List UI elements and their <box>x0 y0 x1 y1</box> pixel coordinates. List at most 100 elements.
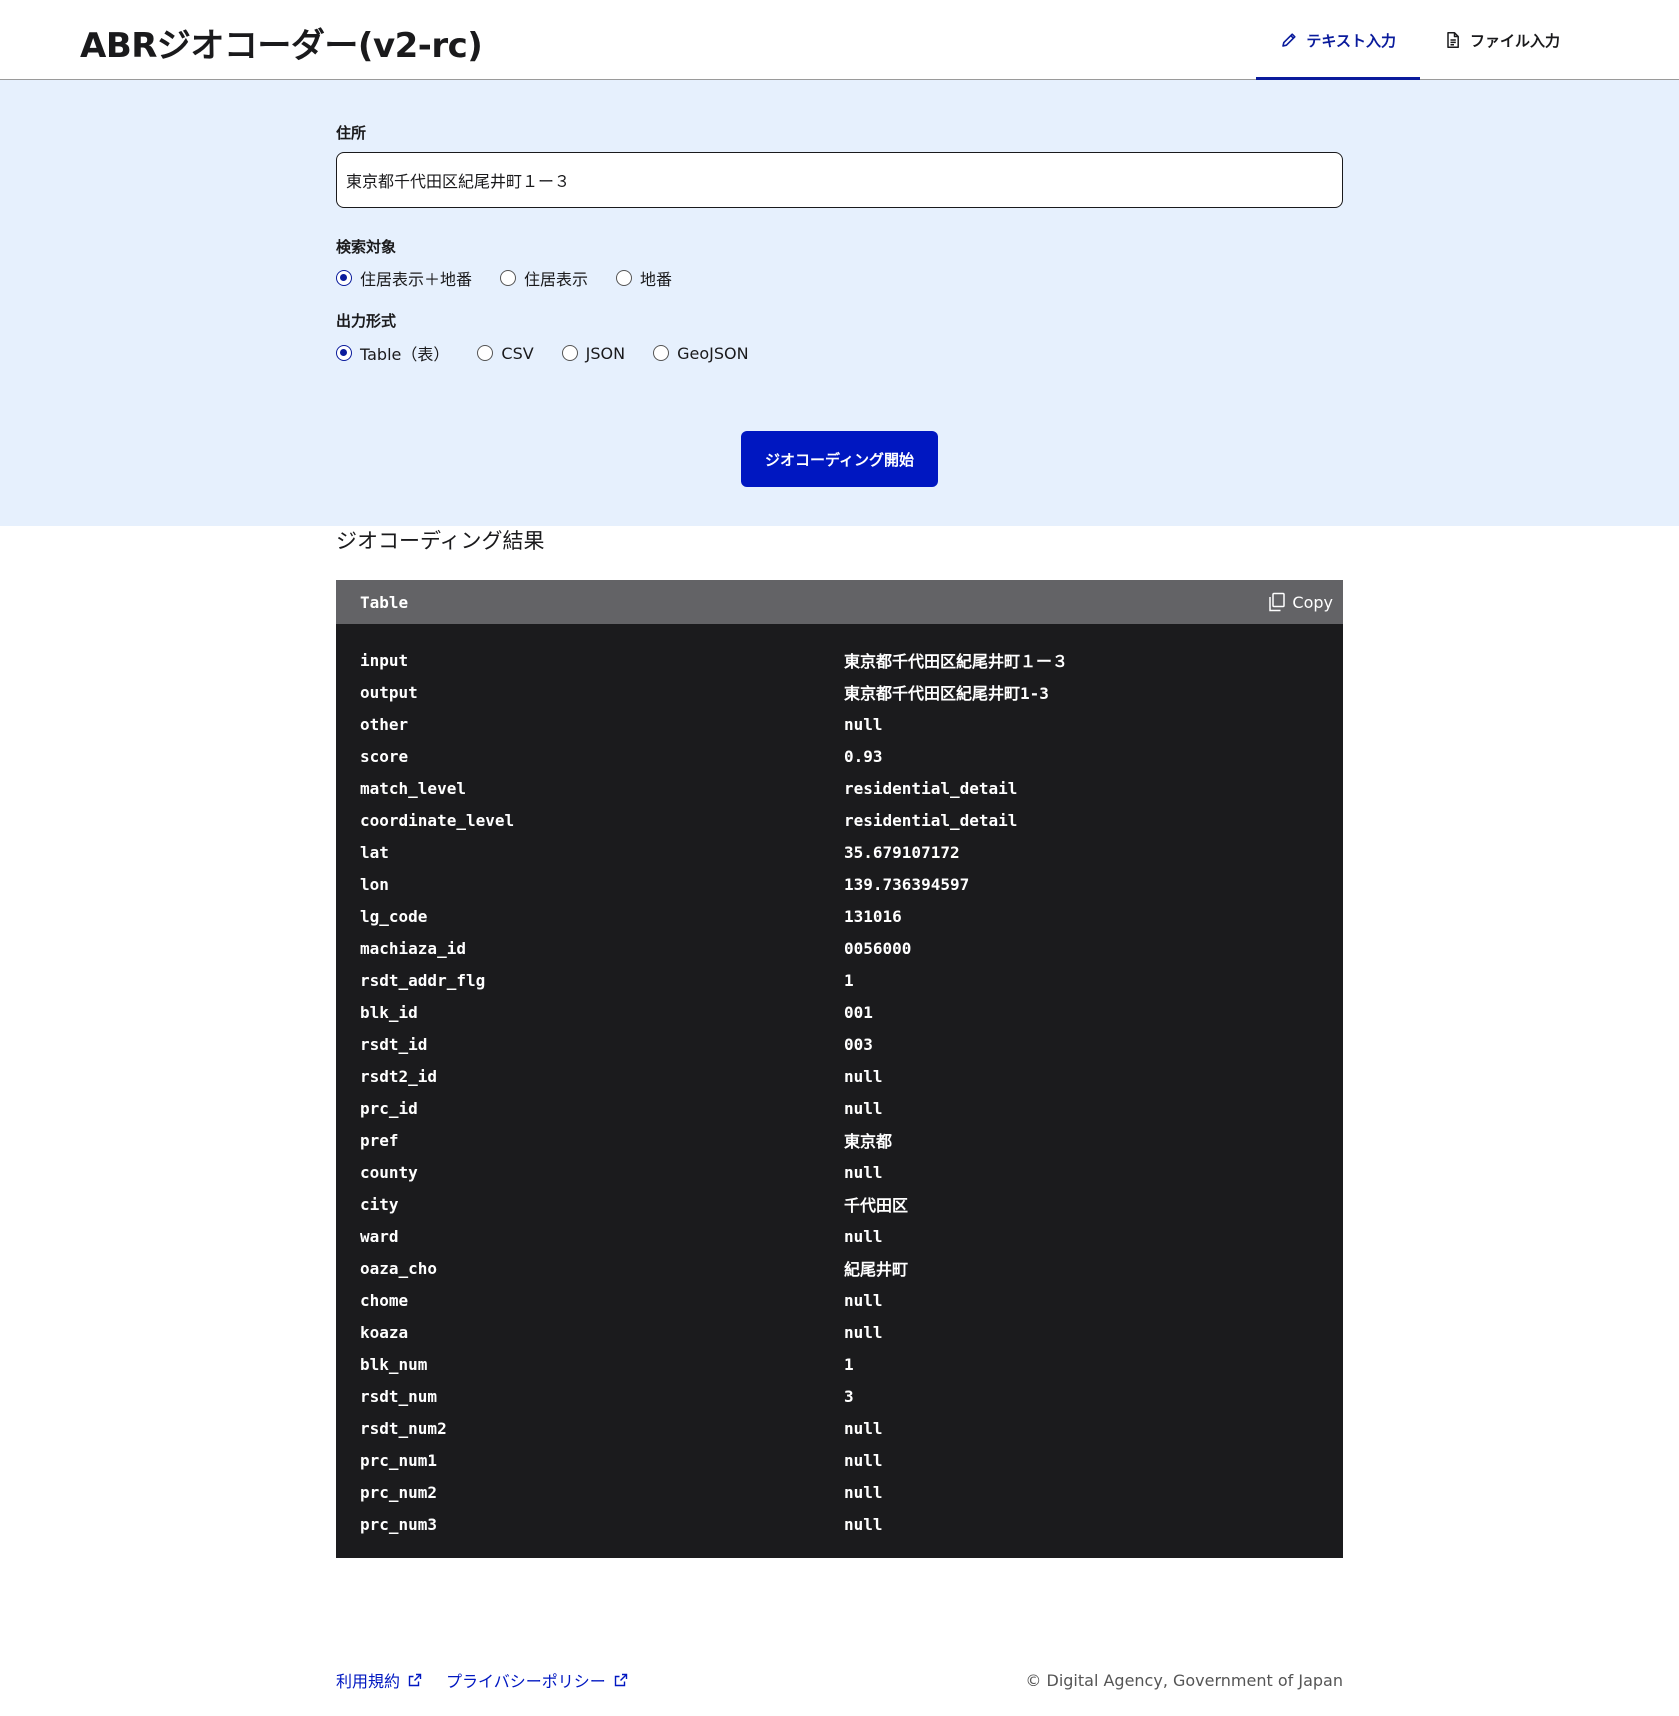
field-key: ward <box>360 1226 399 1246</box>
result-code-block: Table Copy input 東京都千代田区紀尾井町１ー３ output 東京都千… <box>336 580 1343 1558</box>
copy-icon <box>1268 592 1286 612</box>
app-header: ABRジオコーダー(v2-rc) テキスト入力 ファイル入力 <box>0 0 1679 81</box>
field-key: input <box>360 650 409 670</box>
field-value: 0.93 <box>844 746 883 766</box>
link-label: 利用規約 <box>336 1672 401 1691</box>
field-value: 東京都 <box>844 1132 893 1151</box>
field-value: 東京都千代田区紀尾井町１ー３ <box>844 652 1069 671</box>
radio-indicator <box>653 345 670 361</box>
table-row: blk_id 001 <box>360 996 1343 1028</box>
field-value: null <box>844 1098 883 1118</box>
results-section: ジオコーディング結果 Table Copy input 東京都千代田区紀尾井町１ー… <box>336 526 1343 1558</box>
radio-output-json[interactable]: JSON <box>561 344 625 363</box>
copyright-text: © Digital Agency, Government of Japan <box>1025 1670 1343 1690</box>
field-key: chome <box>360 1290 409 1310</box>
address-input[interactable] <box>336 152 1343 208</box>
tab-file-input[interactable]: ファイル入力 <box>1420 0 1584 80</box>
field-value: null <box>844 1482 883 1502</box>
field-key: machiaza_id <box>360 938 466 958</box>
radio-indicator <box>616 270 633 286</box>
radio-label: Table（表） <box>360 345 450 364</box>
table-row: other null <box>360 708 1343 740</box>
field-key: rsdt_addr_flg <box>360 970 486 990</box>
field-value: null <box>844 1162 883 1182</box>
table-row: rsdt_addr_flg 1 <box>360 964 1343 996</box>
radio-indicator <box>561 345 578 361</box>
search-target-label: 検索対象 <box>336 238 397 256</box>
table-row: city 千代田区 <box>360 1188 1343 1220</box>
field-value: residential_detail <box>844 778 1018 798</box>
field-value: 001 <box>844 1002 873 1022</box>
table-row: rsdt_num2 null <box>360 1412 1343 1444</box>
field-value: 35.679107172 <box>844 842 960 862</box>
field-value: 131016 <box>844 906 902 926</box>
document-icon <box>1444 31 1462 49</box>
field-key: pref <box>360 1130 399 1150</box>
field-value: 3 <box>844 1386 854 1406</box>
field-key: rsdt_id <box>360 1034 428 1054</box>
field-key: prc_id <box>360 1098 418 1118</box>
table-row: rsdt_id 003 <box>360 1028 1343 1060</box>
field-value: 139.736394597 <box>844 874 970 894</box>
radio-indicator <box>336 345 352 361</box>
table-row: rsdt_num 3 <box>360 1380 1343 1412</box>
radio-output-csv[interactable]: CSV <box>477 344 534 363</box>
field-key: rsdt_num <box>360 1386 438 1406</box>
table-row: machiaza_id 0056000 <box>360 932 1343 964</box>
radio-label: 住居表示 <box>524 270 589 289</box>
page-footer: 利用規約 プライバシーポリシー © Digital Agency, Govern… <box>336 1668 1343 1692</box>
field-value: 千代田区 <box>844 1196 909 1215</box>
radio-target-parcel[interactable]: 地番 <box>616 266 672 290</box>
field-key: lat <box>360 842 389 862</box>
field-key: county <box>360 1162 418 1182</box>
tab-label: ファイル入力 <box>1469 31 1560 50</box>
table-row: input 東京都千代田区紀尾井町１ー３ <box>360 644 1343 676</box>
table-row: lon 139.736394597 <box>360 868 1343 900</box>
field-value: null <box>844 1066 883 1086</box>
radio-label: 地番 <box>640 270 673 289</box>
results-title: ジオコーディング結果 <box>336 529 545 553</box>
field-value: 0056000 <box>844 938 912 958</box>
field-value: 紀尾井町 <box>844 1260 909 1279</box>
field-value: null <box>844 1418 883 1438</box>
field-value: null <box>844 714 883 734</box>
field-value: 1 <box>844 1354 854 1374</box>
field-key: lg_code <box>360 906 428 926</box>
table-row: oaza_cho 紀尾井町 <box>360 1252 1343 1284</box>
field-key: koaza <box>360 1322 409 1342</box>
field-value: null <box>844 1322 883 1342</box>
external-link-icon <box>614 1673 628 1687</box>
tab-label: テキスト入力 <box>1306 31 1396 50</box>
field-value: null <box>844 1226 883 1246</box>
field-value: null <box>844 1450 883 1470</box>
copy-button[interactable]: Copy <box>1258 580 1343 624</box>
table-row: blk_num 1 <box>360 1348 1343 1380</box>
radio-indicator <box>477 345 494 361</box>
search-target-group: 住居表示＋地番 住居表示 地番 <box>336 266 700 290</box>
radio-label: 住居表示＋地番 <box>360 270 473 289</box>
start-geocoding-button[interactable]: ジオコーディング開始 <box>741 431 938 487</box>
radio-target-residential[interactable]: 住居表示 <box>500 266 588 290</box>
table-row: chome null <box>360 1284 1343 1316</box>
radio-label: GeoJSON <box>677 343 749 363</box>
app-title: ABRジオコーダー(v2-rc) <box>80 26 483 66</box>
table-row: prc_num3 null <box>360 1508 1343 1540</box>
table-row: match_level residential_detail <box>360 772 1343 804</box>
terms-link[interactable]: 利用規約 <box>336 1668 422 1692</box>
table-row: prc_num2 null <box>360 1476 1343 1508</box>
table-row: ward null <box>360 1220 1343 1252</box>
radio-output-geojson[interactable]: GeoJSON <box>653 343 749 363</box>
radio-target-residential-and-parcel[interactable]: 住居表示＋地番 <box>336 266 472 290</box>
tab-text-input[interactable]: テキスト入力 <box>1256 0 1420 81</box>
privacy-policy-link[interactable]: プライバシーポリシー <box>446 1668 628 1692</box>
field-key: output <box>360 682 418 702</box>
link-label: プライバシーポリシー <box>446 1672 606 1691</box>
table-row: prc_id null <box>360 1092 1343 1124</box>
table-row: prc_num1 null <box>360 1444 1343 1476</box>
table-row: coordinate_level residential_detail <box>360 804 1343 836</box>
field-key: prc_num3 <box>360 1514 438 1534</box>
field-value: 1 <box>844 970 854 990</box>
table-row: county null <box>360 1156 1343 1188</box>
radio-output-table[interactable]: Table（表） <box>336 341 449 365</box>
field-value: null <box>844 1290 883 1310</box>
